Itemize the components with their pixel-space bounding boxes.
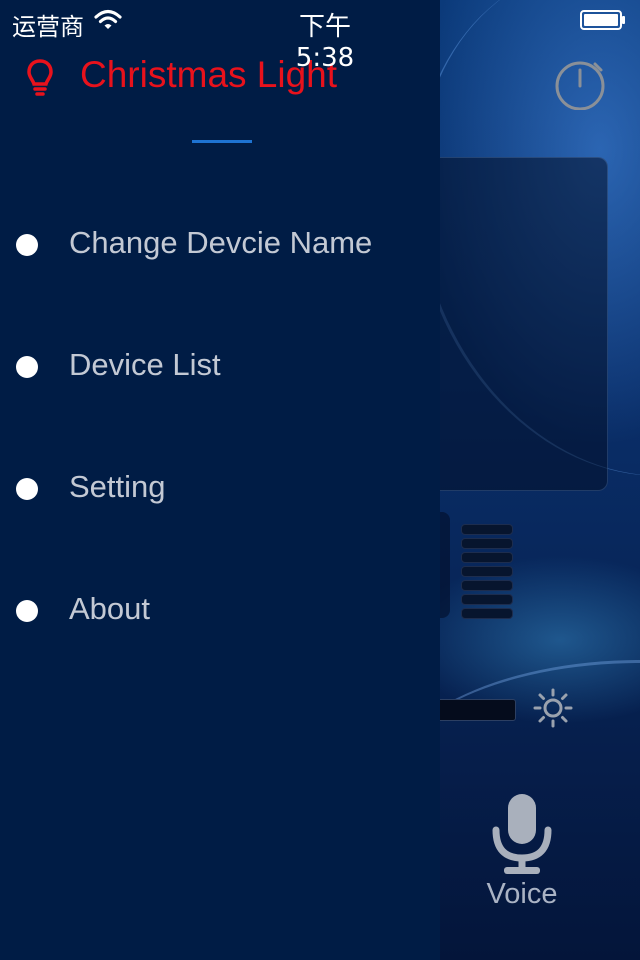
voice-button[interactable]: Voice: [470, 790, 574, 920]
lightbulb-icon: [26, 58, 54, 98]
level-bar: [461, 538, 513, 549]
menu-item-label: Setting: [69, 469, 166, 504]
level-bar: [461, 608, 513, 619]
bullet-icon: [16, 356, 38, 378]
header-divider: [192, 140, 252, 143]
menu-item-label: Change Devcie Name: [69, 225, 373, 260]
menu-item-device-list[interactable]: Device List: [0, 327, 440, 407]
microphone-icon: [492, 794, 552, 874]
battery-icon: [580, 10, 626, 30]
level-bar: [461, 566, 513, 577]
level-indicator: [461, 524, 513, 622]
wifi-icon: [94, 9, 122, 31]
status-bar: 运营商 下午5:38: [0, 0, 640, 73]
menu-item-label: Device List: [69, 347, 221, 382]
status-time: 下午5:38: [295, 12, 355, 73]
level-bar: [461, 594, 513, 605]
level-bar: [461, 524, 513, 535]
bullet-icon: [16, 234, 38, 256]
color-display-panel: [430, 157, 608, 491]
carrier-label: 运营商: [12, 13, 84, 41]
menu-item-change-device-name[interactable]: Change Devcie Name: [0, 205, 440, 285]
bullet-icon: [16, 600, 38, 622]
timer-icon[interactable]: [553, 56, 607, 111]
level-bar: [461, 580, 513, 591]
side-drawer: Christmas Light Change Devcie Name Devic…: [0, 0, 440, 960]
menu-item-about[interactable]: About: [0, 571, 440, 651]
voice-label: Voice: [486, 878, 558, 910]
level-bar: [461, 552, 513, 563]
menu-item-label: About: [69, 591, 151, 626]
menu-item-setting[interactable]: Setting: [0, 449, 440, 529]
brightness-slider[interactable]: [436, 699, 516, 721]
brightness-icon: [533, 688, 573, 728]
bullet-icon: [16, 478, 38, 500]
